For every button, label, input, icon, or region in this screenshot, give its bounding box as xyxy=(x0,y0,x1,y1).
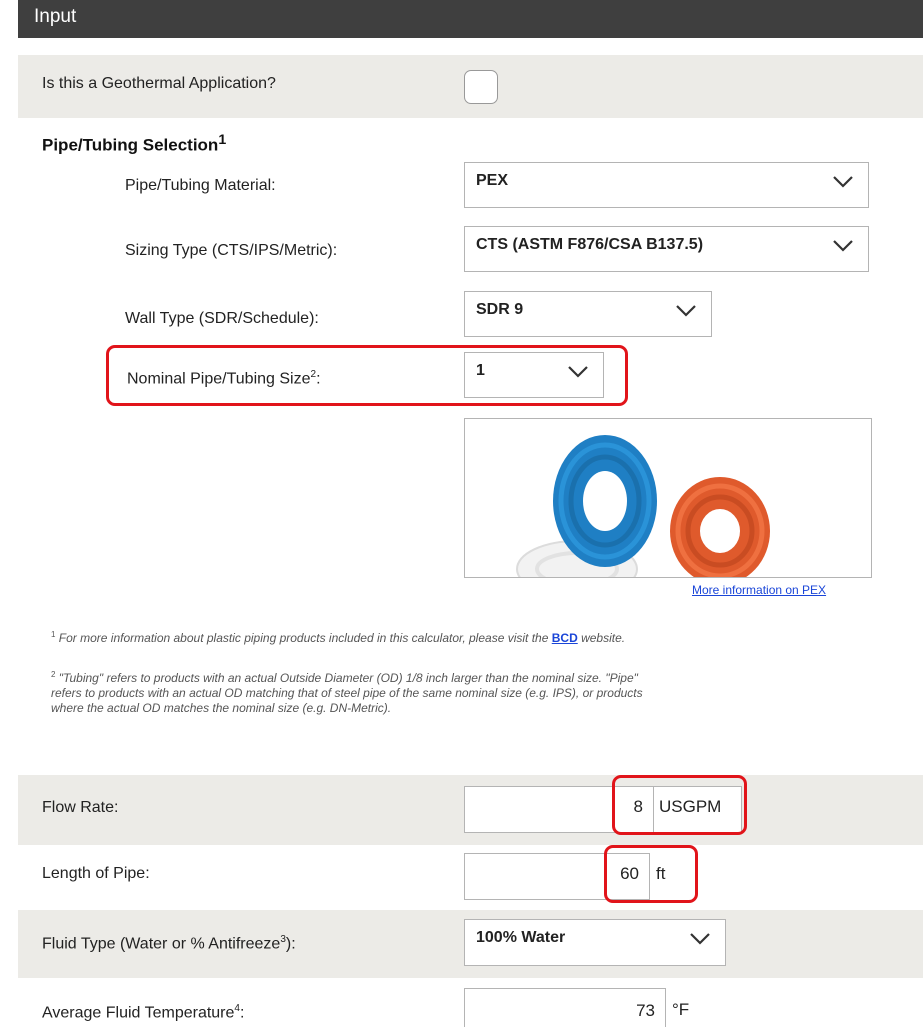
geothermal-label: Is this a Geothermal Application? xyxy=(42,75,276,92)
avg-temp-value: 73 xyxy=(636,1001,655,1020)
fluid-type-label-text: Fluid Type (Water or % Antifreeze xyxy=(42,935,281,953)
material-select-value: PEX xyxy=(476,172,509,189)
footnote-1-text: For more information about plastic pipin… xyxy=(58,631,552,645)
wall-type-select[interactable]: SDR 9 xyxy=(464,291,712,337)
geothermal-checkbox[interactable] xyxy=(464,70,498,104)
avg-temp-input[interactable]: 73 xyxy=(464,988,666,1027)
footnote-1: 1 For more information about plastic pip… xyxy=(51,627,911,646)
fluid-type-select[interactable]: 100% Water xyxy=(464,919,726,966)
sizing-type-label: Sizing Type (CTS/IPS/Metric): xyxy=(125,242,338,259)
material-label: Pipe/Tubing Material: xyxy=(125,177,276,194)
footnote-2-line-2: refers to products with an actual OD mat… xyxy=(51,686,643,700)
flow-rate-highlight xyxy=(612,775,747,835)
length-highlight xyxy=(604,845,698,903)
sizing-type-select-value: CTS (ASTM F876/CSA B137.5) xyxy=(476,236,704,253)
bcd-link[interactable]: BCD xyxy=(552,631,578,645)
nominal-size-highlight xyxy=(106,345,628,406)
fluid-type-select-value: 100% Water xyxy=(476,929,566,946)
input-header-title: Input xyxy=(34,6,77,27)
flow-rate-label: Flow Rate: xyxy=(42,799,119,816)
avg-temp-label-colon: : xyxy=(239,1004,245,1022)
sizing-type-select[interactable]: CTS (ASTM F876/CSA B137.5) xyxy=(464,226,869,272)
footnote-2: 2 "Tubing" refers to products with an ac… xyxy=(51,667,911,716)
more-info-pex-link[interactable]: More information on PEX xyxy=(692,583,826,597)
footnote-1-text-end: website. xyxy=(577,631,626,645)
wall-type-select-value: SDR 9 xyxy=(476,301,524,318)
input-header: Input xyxy=(18,0,923,38)
footnote-2-line-1: 2 "Tubing" refers to products with an ac… xyxy=(51,667,911,686)
wall-type-label: Wall Type (SDR/Schedule): xyxy=(125,310,319,327)
pex-coils-illustration xyxy=(516,435,770,577)
pipe-selection-footnote-ref: 1 xyxy=(218,132,227,148)
avg-temp-label-text: Average Fluid Temperature xyxy=(42,1004,235,1022)
fluid-type-label: Fluid Type (Water or % Antifreeze3): xyxy=(42,934,296,953)
pex-pipe-coils-image xyxy=(464,418,872,578)
footnote-1-number: 1 xyxy=(51,630,56,639)
chevron-down-icon xyxy=(833,240,853,252)
pipe-selection-title-text: Pipe/Tubing Selection xyxy=(42,135,219,155)
avg-temp-unit: °F xyxy=(672,1000,690,1019)
chevron-down-icon xyxy=(690,933,710,945)
chevron-down-icon xyxy=(833,176,853,188)
footnote-2-number: 2 xyxy=(51,670,56,679)
fluid-type-label-end: ): xyxy=(285,935,296,953)
footnote-2-text-1: "Tubing" refers to products with an actu… xyxy=(58,671,638,685)
length-label: Length of Pipe: xyxy=(42,865,150,882)
footnote-2-line-3: where the actual OD matches the nominal … xyxy=(51,701,392,715)
pipe-selection-title: Pipe/Tubing Selection1 xyxy=(42,132,226,156)
avg-temp-label: Average Fluid Temperature4: xyxy=(42,1003,244,1022)
material-select[interactable]: PEX xyxy=(464,162,869,208)
chevron-down-icon xyxy=(676,305,696,317)
